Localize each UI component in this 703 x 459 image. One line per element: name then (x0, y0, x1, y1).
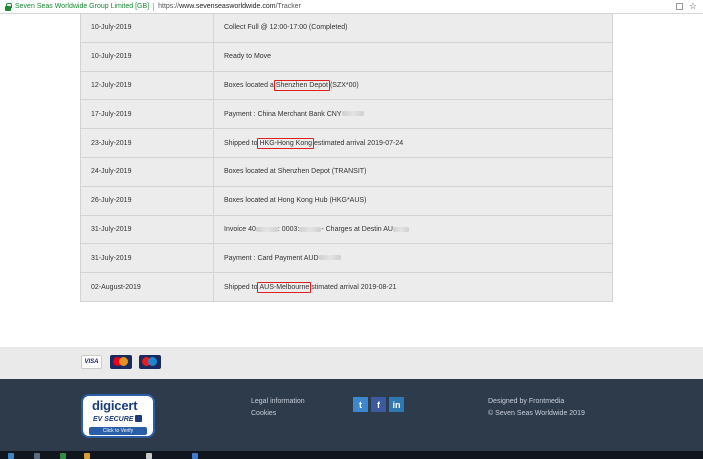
file-explorer-icon[interactable] (34, 453, 40, 459)
row-date: 23-July-2019 (80, 128, 214, 158)
invoice-charges: - Charges at Destin AU (321, 225, 393, 233)
row-date: 02-August-2019 (80, 272, 214, 302)
table-row: 10-July-2019 Collect Full @ 12:00-17:00 (… (80, 13, 613, 43)
visa-logo: VISA (81, 355, 102, 369)
invoice-ref: : 0003: (277, 225, 300, 233)
row-date: 31-July-2019 (80, 214, 214, 245)
redacted-invoice-number (255, 226, 278, 232)
description-text: Shipped to (224, 139, 258, 147)
digicert-wordmark: digicert (92, 398, 138, 413)
description-text: Ready to Move (224, 53, 272, 61)
description-text: Payment : China Merchant Bank CNY (224, 110, 342, 118)
row-description: Shipped to AUS-Melbourne stimated arrival … (213, 272, 613, 302)
table-row: 12-July-2019 Boxes located a Shenzhen Depo… (80, 70, 613, 101)
table-row: 02-August-2019 Shipped to AUS-Melbourne sti… (80, 272, 613, 302)
description-text: Boxes located at Hong Kong Hub (HKG*AUS) (224, 197, 367, 205)
description-text: Boxes located a (224, 81, 274, 89)
row-description: Invoice 40 : 0003: - Charges at Destin AU (213, 214, 613, 245)
legal-information-link[interactable]: Legal information (251, 396, 305, 408)
footer-credits: Designed by Frontmedia © Seven Seas Worl… (488, 396, 585, 420)
row-description: Collect Full @ 12:00-17:00 (Completed) (213, 13, 613, 43)
click-to-verify[interactable]: Click to Verify (89, 427, 147, 435)
table-row: 23-July-2019 Shipped to HKG-Hong Kong estim… (80, 128, 613, 158)
row-date: 12-July-2019 (80, 70, 214, 101)
row-date: 10-July-2019 (80, 41, 214, 72)
bookmark-star-icon[interactable]: ☆ (689, 1, 697, 12)
redacted-amount (392, 226, 409, 232)
row-date: 26-July-2019 (80, 185, 214, 216)
highlighted-location: HKG-Hong Kong (257, 137, 315, 149)
row-description: Payment : Card Payment AUD (213, 243, 613, 274)
description-suffix: estimated arrival 2019-07-24 (314, 139, 404, 147)
mastercard-logo (110, 355, 132, 369)
mastercard-yellow-circle (119, 357, 128, 366)
row-description: Boxes located a Shenzhen Depot (SZX*00) (213, 70, 613, 101)
description-suffix: (SZX*00) (329, 81, 359, 89)
digicert-seal[interactable]: digicert EV SECURE Click to Verify (81, 394, 155, 438)
divider (153, 2, 155, 11)
linkedin-icon[interactable]: in (389, 397, 404, 412)
description-text: Payment : Card Payment AUD (224, 254, 319, 262)
maestro-logo (139, 355, 161, 369)
folder-icon[interactable] (84, 453, 90, 459)
table-row: 31-July-2019 Invoice 40 : 0003: - Charges a… (80, 214, 613, 245)
row-date: 17-July-2019 (80, 99, 214, 130)
cookies-link[interactable]: Cookies (251, 408, 305, 420)
app-icon[interactable] (146, 453, 152, 459)
description-suffix: stimated arrival 2019-08-21 (311, 283, 397, 291)
address-bar-actions: ☆ (675, 1, 697, 12)
row-date: 10-July-2019 (80, 13, 214, 43)
row-description: Shipped to HKG-Hong Kong estimated arrival… (213, 128, 613, 158)
url-text[interactable]: https://www.sevenseasworldwide.com/Track… (158, 3, 301, 10)
maestro-blue-circle (148, 357, 157, 366)
row-description: Boxes located at Shenzhen Depot (TRANSIT… (213, 156, 613, 187)
row-description: Ready to Move (213, 41, 613, 72)
row-description: Payment : China Merchant Bank CNY (213, 99, 613, 130)
ev-secure-label: EV SECURE (93, 416, 134, 423)
start-icon[interactable] (8, 453, 14, 459)
lock-icon (4, 2, 12, 11)
redacted-invoice-code (299, 226, 322, 232)
highlighted-location: AUS-Melbourne (257, 281, 312, 293)
tracking-table: 10-July-2019 Collect Full @ 12:00-17:00 (… (80, 13, 613, 302)
redacted-amount (318, 255, 341, 261)
row-date: 24-July-2019 (80, 156, 214, 187)
description-text: Collect Full @ 12:00-17:00 (Completed) (224, 24, 348, 32)
description-text: Boxes located at Shenzhen Depot (TRANSIT… (224, 168, 367, 176)
row-description: Boxes located at Hong Kong Hub (HKG*AUS) (213, 185, 613, 216)
facebook-icon[interactable]: f (371, 397, 386, 412)
redacted-amount (341, 111, 364, 117)
footer-links: Legal information Cookies (251, 396, 305, 420)
table-row: 10-July-2019 Ready to Move (80, 41, 613, 72)
table-row: 24-July-2019 Boxes located at Shenzhen De… (80, 156, 613, 187)
twitter-icon[interactable]: t (353, 397, 368, 412)
table-row: 26-July-2019 Boxes located at Hong Kong H… (80, 185, 613, 216)
tab-icon[interactable] (675, 3, 683, 10)
designed-by[interactable]: Designed by Frontmedia (488, 396, 585, 408)
taskbar (0, 451, 703, 459)
browser-icon[interactable] (60, 453, 66, 459)
app-icon-2[interactable] (192, 453, 198, 459)
copyright: © Seven Seas Worldwide 2019 (488, 410, 585, 417)
site-identity[interactable]: Seven Seas Worldwide Group Limited [GB] (15, 3, 149, 10)
row-date: 31-July-2019 (80, 243, 214, 274)
payment-strip (0, 347, 703, 379)
address-bar[interactable]: Seven Seas Worldwide Group Limited [GB] … (0, 0, 703, 14)
highlighted-location: Shenzhen Depot (273, 79, 330, 91)
tracking-history: 10-July-2019 Collect Full @ 12:00-17:00 (… (80, 13, 613, 302)
table-row: 31-July-2019 Payment : Card Payment AUD (80, 243, 613, 274)
table-row: 17-July-2019 Payment : China Merchant Ban… (80, 99, 613, 130)
description-text: Invoice 40 (224, 225, 256, 233)
padlock-icon (135, 415, 142, 422)
description-text: Shipped to (224, 283, 258, 291)
